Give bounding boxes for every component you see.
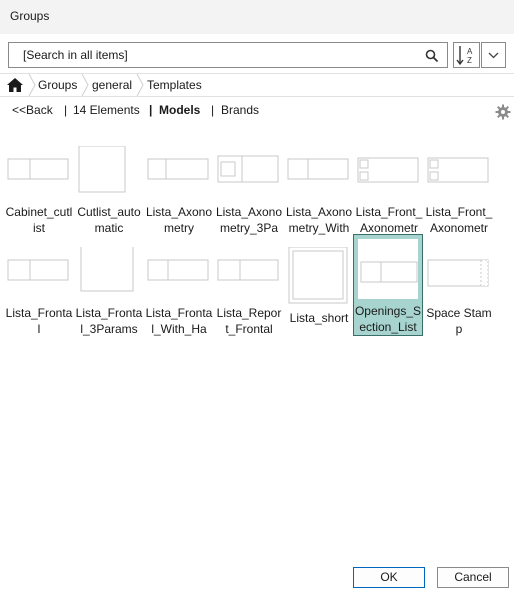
search-input[interactable]: [Search in all items]	[8, 42, 448, 68]
item-tile[interactable]: Cabinet_cutlist	[5, 142, 73, 242]
template-thumbnail	[78, 146, 126, 193]
sort-dropdown-button[interactable]	[481, 42, 506, 68]
brands-tab[interactable]: Brands	[221, 103, 259, 117]
template-thumbnail	[358, 239, 418, 299]
item-tile[interactable]: Space Stamp	[425, 243, 493, 343]
breadcrumb-item-groups[interactable]: Groups	[38, 78, 77, 92]
template-thumbnail	[147, 259, 209, 281]
template-thumbnail	[288, 247, 348, 304]
breadcrumb-item-templates[interactable]: Templates	[147, 78, 202, 92]
sort-az-icon: A Z	[456, 46, 473, 66]
template-thumbnail	[357, 157, 419, 183]
item-label: Cabinet_cutlist	[5, 205, 73, 235]
models-tab[interactable]: Models	[159, 103, 200, 117]
template-thumbnail	[147, 158, 209, 180]
chevron-down-icon	[488, 52, 499, 59]
separator: |	[64, 103, 68, 117]
breadcrumb-separator	[28, 74, 36, 96]
gear-icon[interactable]	[495, 104, 511, 120]
item-tile-selected[interactable]: Openings_Section_List	[353, 234, 423, 336]
item-label: Lista_Frontal_With_Ha	[145, 306, 213, 336]
window-title: Groups	[10, 9, 50, 23]
item-label: Cutlist_automatic	[77, 205, 141, 235]
separator: |	[211, 103, 215, 117]
item-label: Space Stamp	[426, 306, 492, 336]
breadcrumb-separator	[81, 74, 89, 96]
template-thumbnail	[80, 247, 134, 292]
item-label: Openings_Section_List	[354, 304, 422, 334]
cancel-button[interactable]: Cancel	[437, 567, 509, 588]
item-tile[interactable]: Lista_Front_Axonometr	[425, 142, 493, 242]
title-bar: Groups	[0, 0, 514, 34]
breadcrumb-item-general[interactable]: general	[92, 78, 132, 92]
template-thumbnail	[7, 158, 69, 180]
template-thumbnail	[427, 157, 489, 183]
item-label: Lista_Axonometry	[145, 205, 213, 235]
item-label: Lista_Report_Frontal	[216, 306, 282, 336]
breadcrumb-separator	[136, 74, 144, 96]
ok-button[interactable]: OK	[353, 567, 425, 588]
item-label: Lista_Front_Axonometr	[425, 205, 493, 235]
template-thumbnail	[7, 259, 69, 281]
template-thumbnail	[287, 158, 349, 180]
svg-text:A: A	[467, 47, 473, 56]
item-label: Lista_Front_Axonometr	[355, 205, 423, 235]
toolbar: <<Back | 14 Elements | Models | Brands	[0, 100, 514, 122]
item-tile[interactable]: Cutlist_automatic	[75, 142, 143, 242]
search-placeholder: [Search in all items]	[23, 48, 128, 62]
template-thumbnail	[217, 259, 279, 281]
home-icon[interactable]	[6, 77, 24, 93]
item-tile[interactable]: Lista_Axonometry_3Pa	[215, 142, 283, 242]
item-label: Lista_Frontal_3Params	[75, 306, 143, 336]
item-tile[interactable]: Lista_Frontal_With_Ha	[145, 243, 213, 343]
item-tile[interactable]: Lista_Front_Axonometr	[355, 142, 423, 242]
breadcrumb: Groups general Templates	[0, 73, 514, 97]
item-label: Lista_short	[289, 311, 349, 325]
back-link[interactable]: <<Back	[12, 103, 53, 117]
element-count: 14 Elements	[73, 103, 140, 117]
item-label: Lista_Axonometry_3Pa	[215, 205, 283, 235]
svg-text:Z: Z	[467, 56, 472, 65]
item-tile[interactable]: Lista_Frontal	[5, 243, 73, 343]
item-label: Lista_Frontal	[5, 306, 73, 336]
item-tile[interactable]: Lista_Report_Frontal	[215, 243, 283, 343]
separator: |	[149, 103, 153, 117]
item-tile[interactable]: Lista_Frontal_3Params	[75, 243, 143, 343]
item-tile[interactable]: Lista_Axonometry_With	[285, 142, 353, 242]
search-icon[interactable]	[425, 49, 439, 63]
item-tile[interactable]: Lista_Axonometry	[145, 142, 213, 242]
item-tile[interactable]: Lista_short	[285, 243, 353, 343]
item-label: Lista_Axonometry_With	[285, 205, 353, 235]
template-thumbnail	[427, 259, 489, 287]
template-thumbnail	[217, 155, 279, 183]
sort-button[interactable]: A Z	[453, 42, 480, 68]
